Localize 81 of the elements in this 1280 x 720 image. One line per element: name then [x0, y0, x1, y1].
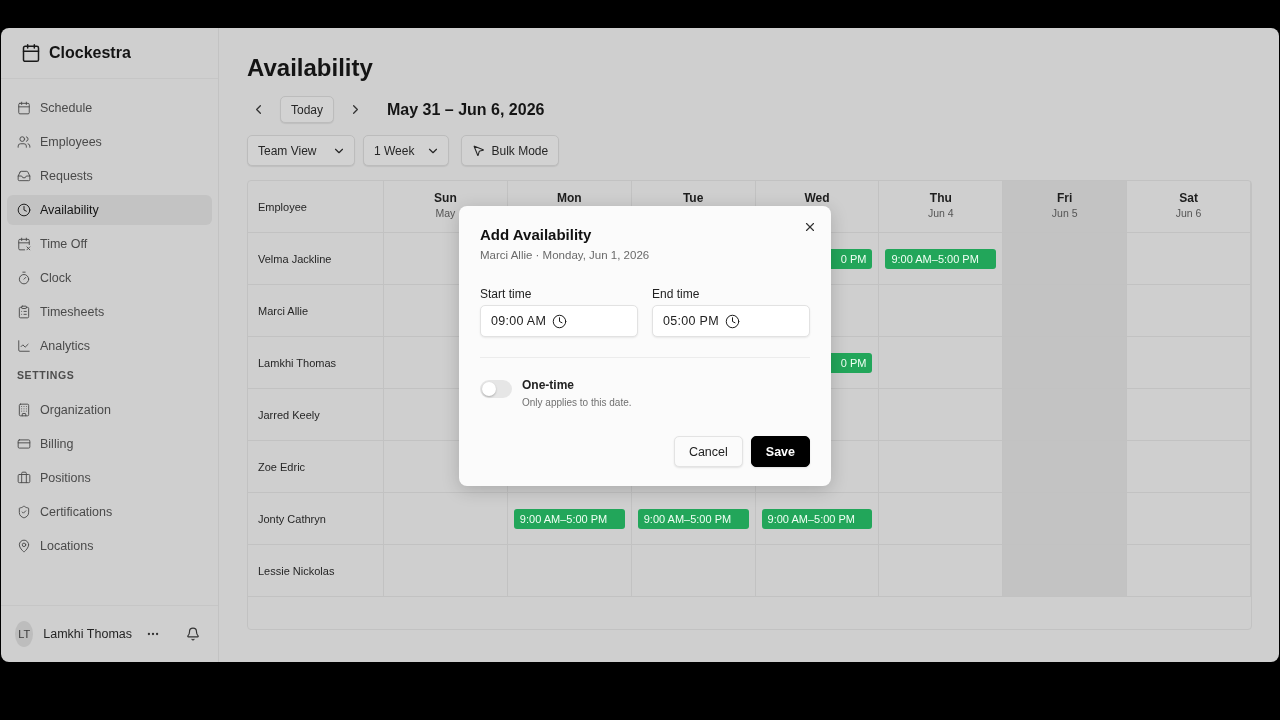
column-header: Employee — [257, 200, 307, 213]
toggle-label: One-time — [522, 378, 575, 392]
calendar-icon — [21, 43, 41, 63]
clipboard-icon — [17, 305, 31, 319]
page-title: Availability — [247, 54, 374, 82]
day-name: Wed — [804, 191, 830, 205]
today-button[interactable]: Today — [280, 96, 335, 123]
calendar-cross-icon — [17, 237, 31, 251]
clock-icon — [17, 203, 31, 217]
sidebar-item[interactable]: Analytics — [7, 331, 212, 361]
clock-icon — [724, 313, 740, 329]
day-name: Fri — [1057, 191, 1073, 205]
close-icon — [803, 220, 817, 234]
day-date: May — [435, 207, 456, 219]
employee-name: Lamkhi Thomas — [257, 356, 337, 369]
dialog-title: Add Availability — [480, 226, 593, 243]
employee-name: Velma Jackline — [257, 252, 332, 265]
toggle-switch[interactable] — [480, 380, 512, 398]
bell-icon — [186, 627, 200, 641]
view-select[interactable]: Team View — [247, 135, 355, 166]
grid-cell[interactable]: 9:00 AM–5:00 PM — [507, 493, 632, 545]
card-icon — [17, 437, 31, 451]
inbox-icon — [17, 169, 31, 183]
sidebar-item[interactable]: Billing — [7, 429, 212, 459]
day-date: Jun 5 — [1051, 207, 1078, 219]
sidebar-item[interactable]: Clock — [7, 263, 212, 293]
employee-name: Jonty Cathryn — [257, 512, 326, 525]
calendar-icon — [17, 101, 31, 115]
section-title: SETTINGS — [16, 368, 76, 381]
sidebar-item[interactable]: Time Off — [7, 229, 212, 259]
bulk-mode-button[interactable]: Bulk Mode — [461, 135, 560, 166]
line-chart-icon — [17, 339, 31, 353]
employee-name: Zoe Edric — [257, 460, 306, 473]
cancel-button[interactable]: Cancel — [673, 436, 743, 467]
availability-block[interactable]: 9:00 AM–5:00 PM — [885, 248, 997, 269]
time-field[interactable]: 09:00 AM — [480, 305, 638, 337]
people-icon — [17, 135, 31, 149]
employee-name: Jarred Keely — [257, 408, 320, 421]
availability-block[interactable]: 9:00 AM–5:00 PM — [637, 508, 749, 529]
sidebar-item[interactable]: Timesheets — [7, 297, 212, 327]
shield-check-icon — [17, 505, 31, 519]
availability-block[interactable]: 9:00 AM–5:00 PM — [513, 508, 625, 529]
stopwatch-icon — [17, 271, 31, 285]
briefcase-icon — [17, 471, 31, 485]
range-select[interactable]: 1 Week — [363, 135, 450, 166]
day-name: Sun — [434, 191, 457, 205]
time-field[interactable]: 05:00 PM — [652, 305, 810, 337]
grid-cell[interactable]: 9:00 AM–5:00 PM — [631, 493, 756, 545]
employee-name: Lessie Nickolas — [257, 564, 335, 577]
day-name: Mon — [556, 191, 582, 205]
grid-cell[interactable]: 9:00 AM–5:00 PM — [879, 233, 1004, 285]
employee-name: Marci Allie — [257, 304, 309, 317]
day-name: Thu — [929, 191, 952, 205]
sidebar-item[interactable]: Schedule — [7, 93, 212, 123]
sidebar-item[interactable]: Requests — [7, 161, 212, 191]
dialog-subtitle: Marci Allie · Monday, Jun 1, 2026 — [480, 249, 651, 261]
user-name: Lamkhi Thomas — [43, 627, 132, 641]
day-date: Jun 6 — [1175, 207, 1202, 219]
grid-cell[interactable] — [384, 493, 508, 545]
app-name: Clockestra — [49, 44, 131, 62]
field-label: End time — [652, 287, 701, 301]
toggle-hint: Only applies to this date. — [522, 397, 632, 408]
day-date: Jun 4 — [928, 207, 954, 219]
user-avatar[interactable]: LT — [15, 621, 34, 647]
availability-block[interactable]: 9:00 AM–5:00 PM — [761, 508, 873, 529]
sidebar-item[interactable]: Certifications — [7, 497, 212, 527]
date-range: May 31 – Jun 6, 2026 — [387, 100, 545, 119]
sidebar-item[interactable]: Organization — [7, 395, 212, 425]
day-name: Tue — [682, 191, 704, 205]
sidebar-item[interactable]: Availability — [7, 195, 212, 225]
building-icon — [17, 403, 31, 417]
sidebar-item[interactable]: Employees — [7, 127, 212, 157]
save-button[interactable]: Save — [750, 436, 810, 467]
map-pin-icon — [17, 539, 31, 553]
pointer-icon — [472, 144, 486, 157]
field-label: Start time — [480, 287, 533, 301]
sidebar-item[interactable]: Locations — [7, 531, 212, 561]
clock-icon — [552, 313, 568, 329]
day-name: Sat — [1179, 191, 1198, 205]
sidebar-item[interactable]: Positions — [7, 463, 212, 493]
grid-cell[interactable]: 9:00 AM–5:00 PM — [755, 493, 880, 545]
